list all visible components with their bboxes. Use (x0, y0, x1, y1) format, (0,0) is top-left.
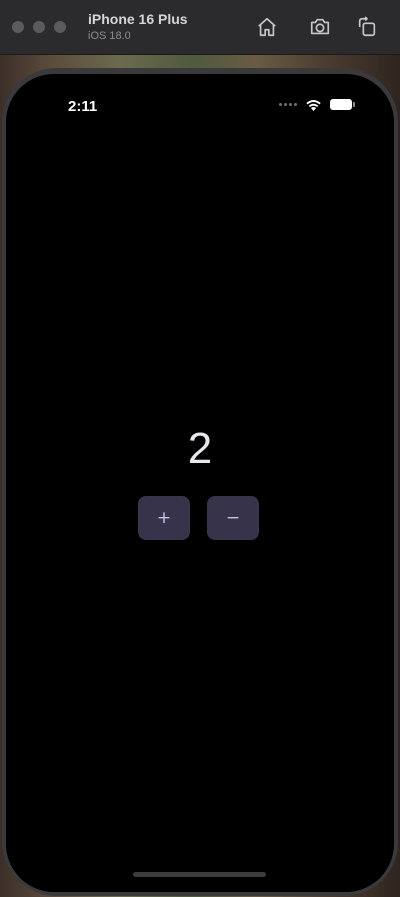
status-time: 2:11 (68, 98, 98, 115)
device-name: iPhone 16 Plus (88, 11, 188, 27)
simulator-titlebar: iPhone 16 Plus iOS 18.0 (0, 0, 400, 55)
zoom-window-button[interactable] (54, 21, 66, 33)
decrement-button[interactable]: − (207, 496, 259, 540)
screenshot-icon (310, 18, 330, 35)
battery-icon (330, 99, 355, 110)
status-icons (279, 98, 355, 111)
device-os-version: iOS 18.0 (88, 30, 131, 42)
rotate-icon (358, 16, 376, 37)
counter-value: 2 (187, 424, 213, 473)
home-button[interactable] (254, 14, 280, 40)
cellular-dots-icon (279, 103, 297, 106)
screenshot-button[interactable] (307, 14, 333, 40)
rotate-button[interactable] (354, 14, 380, 40)
wifi-icon (305, 98, 322, 111)
minimize-window-button[interactable] (33, 21, 45, 33)
close-window-button[interactable] (12, 21, 24, 33)
phone-screen: 2:11 2 + − (6, 74, 394, 892)
increment-button[interactable]: + (138, 496, 190, 540)
home-icon (258, 17, 276, 37)
home-indicator[interactable] (133, 872, 266, 877)
